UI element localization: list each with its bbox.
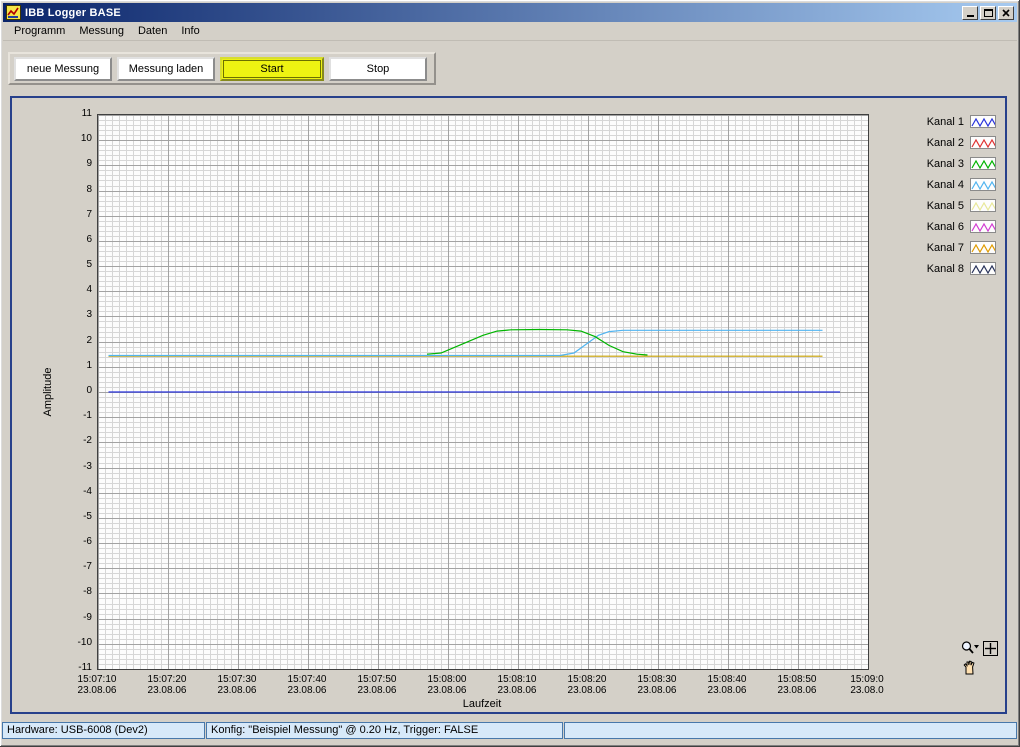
- legend-sample-icon: [970, 241, 996, 254]
- y-axis-title: Amplitude: [42, 367, 54, 417]
- menu-item-messung[interactable]: Messung: [72, 23, 131, 39]
- stop-button[interactable]: Stop: [329, 56, 427, 81]
- chart-panel: 11 10 9 8 7 6 5 4 3 2 1 0 -1 -2 -3 -4 -5 -6 -7 -8 -9 -10 -11 A…: [10, 96, 1007, 714]
- legend-label: Kanal 4: [926, 178, 964, 191]
- y-tick-label: 3: [86, 309, 92, 321]
- legend-sample-icon: [970, 178, 996, 191]
- y-tick-label: -11: [78, 662, 92, 673]
- hand-icon: [963, 660, 975, 675]
- legend-sample-icon: [970, 220, 996, 233]
- y-tick-label: 4: [86, 284, 92, 296]
- x-tick-label: 15:07:20 23.08.06: [147, 674, 187, 696]
- legend-item-kanal-5[interactable]: Kanal 5: [886, 195, 996, 216]
- magnifier-icon: [961, 641, 979, 654]
- hardware-status-field: Hardware: USB-6008 (Dev2): [2, 722, 205, 739]
- x-tick-label: 15:07:40 23.08.06: [287, 674, 327, 696]
- empty-status-field: [564, 722, 1017, 739]
- legend-sample-icon: [970, 136, 996, 149]
- menu-item-info[interactable]: Info: [174, 23, 206, 39]
- y-tick-label: 7: [86, 208, 92, 220]
- y-tick-label: 6: [86, 233, 92, 245]
- x-tick-label: 15:07:50 23.08.06: [357, 674, 397, 696]
- y-tick-label: 5: [86, 259, 92, 271]
- x-axis-title: Laufzeit: [462, 698, 502, 710]
- x-tick-label: 15:08:30 23.08.06: [637, 674, 677, 696]
- y-tick-label: 9: [86, 158, 92, 170]
- legend-item-kanal-4[interactable]: Kanal 4: [886, 174, 996, 195]
- graph-tool-palette: [958, 638, 1002, 678]
- title-bar: IBB Logger BASE: [3, 3, 1017, 22]
- y-tick-label: -8: [83, 586, 92, 598]
- x-tick-label: 15:07:30 23.08.06: [217, 674, 257, 696]
- y-tick-label: 10: [80, 133, 92, 145]
- y-tick-label: -10: [77, 636, 92, 648]
- konfig-status-field: Konfig: "Beispiel Messung" @ 0.20 Hz, Tr…: [206, 722, 563, 739]
- legend-label: Kanal 7: [926, 241, 964, 254]
- neue-messung-button[interactable]: neue Messung: [14, 56, 112, 81]
- y-tick-label: -4: [83, 485, 92, 497]
- y-tick-label: -3: [83, 460, 92, 472]
- legend-label: Kanal 8: [926, 262, 964, 275]
- zoom-tool-button[interactable]: [960, 640, 980, 656]
- legend-item-kanal-3[interactable]: Kanal 3: [886, 153, 996, 174]
- y-tick-label: -9: [83, 611, 92, 623]
- y-tick-label: -5: [83, 510, 92, 522]
- y-tick-label: -6: [83, 536, 92, 548]
- crosshair-icon: [985, 643, 996, 654]
- window-title: IBB Logger BASE: [25, 6, 121, 19]
- legend-label: Kanal 1: [926, 115, 964, 128]
- x-tick-label: 15:08:20 23.08.06: [567, 674, 607, 696]
- maximize-icon: [983, 8, 993, 17]
- menu-bar: Programm Messung Daten Info: [3, 22, 1017, 41]
- close-button[interactable]: [998, 5, 1014, 20]
- chart-plot-area: [98, 115, 868, 669]
- legend-item-kanal-1[interactable]: Kanal 1: [886, 111, 996, 132]
- legend-sample-icon: [970, 199, 996, 212]
- x-tick-label: 15:08:00 23.08.06: [427, 674, 467, 696]
- x-tick-label: 15:08:10 23.08.06: [497, 674, 537, 696]
- waveform-chart[interactable]: [97, 114, 869, 670]
- legend-label: Kanal 3: [926, 157, 964, 170]
- close-icon: [1002, 8, 1010, 17]
- x-tick-label: 15:09:0 23.08.0: [850, 674, 884, 696]
- legend-item-kanal-2[interactable]: Kanal 2: [886, 132, 996, 153]
- toolbar: neue Messung Messung laden Start Stop: [8, 52, 436, 85]
- app-icon: [6, 5, 21, 20]
- legend-sample-icon: [970, 115, 996, 128]
- legend-label: Kanal 5: [926, 199, 964, 212]
- legend-sample-icon: [970, 157, 996, 170]
- messung-laden-button[interactable]: Messung laden: [117, 56, 215, 81]
- y-tick-label: 8: [86, 183, 92, 195]
- x-tick-label: 15:08:50 23.08.06: [777, 674, 817, 696]
- x-tick-label: 15:08:40 23.08.06: [707, 674, 747, 696]
- y-tick-label: -7: [83, 561, 92, 573]
- start-button[interactable]: Start: [220, 56, 324, 81]
- legend-label: Kanal 6: [926, 220, 964, 233]
- maximize-button[interactable]: [980, 5, 996, 20]
- legend-sample-icon: [970, 262, 996, 275]
- legend-item-kanal-6[interactable]: Kanal 6: [886, 216, 996, 237]
- cursor-tool-button[interactable]: [983, 641, 998, 656]
- x-tick-label: 15:07:10 23.08.06: [77, 674, 117, 696]
- legend-item-kanal-7[interactable]: Kanal 7: [886, 237, 996, 258]
- minimize-icon: [966, 15, 974, 17]
- menu-item-programm[interactable]: Programm: [7, 23, 72, 39]
- chart-legend: Kanal 1 Kanal 2 Kanal 3 Kanal 4 Kanal 5 Kanal…: [886, 111, 996, 279]
- y-tick-label: 11: [81, 108, 92, 119]
- menu-item-daten[interactable]: Daten: [131, 23, 174, 39]
- minimize-button[interactable]: [962, 5, 978, 20]
- legend-item-kanal-8[interactable]: Kanal 8: [886, 258, 996, 279]
- app-window: IBB Logger BASE Programm Messung Daten I…: [0, 0, 1020, 747]
- legend-label: Kanal 2: [926, 136, 964, 149]
- pan-tool-button[interactable]: [961, 659, 978, 676]
